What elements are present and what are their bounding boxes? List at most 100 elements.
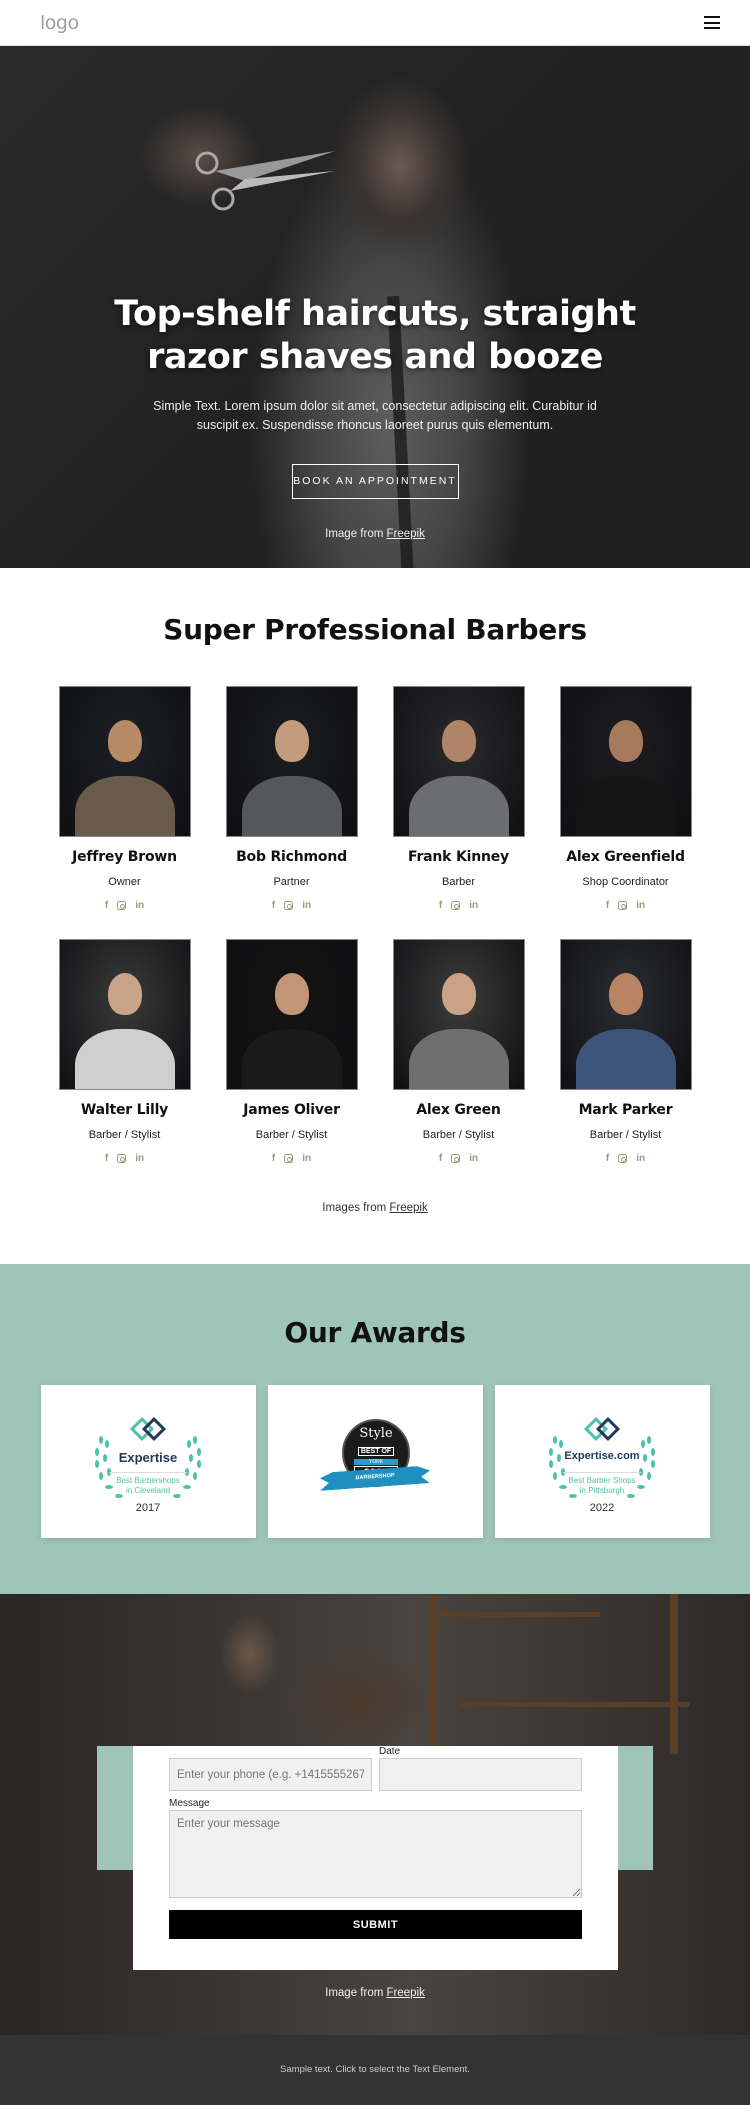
linkedin-icon[interactable]: in xyxy=(302,900,311,911)
freepik-link[interactable]: Freepik xyxy=(387,1987,425,1999)
member-photo xyxy=(559,686,692,837)
member-photo xyxy=(392,939,525,1090)
instagram-icon[interactable] xyxy=(117,1154,127,1163)
booking-section: Date Message SUBMIT Image from Freepik xyxy=(0,1594,750,2035)
message-label: Message xyxy=(169,1798,210,1809)
expertise-badge: Expertise.com Best Barber Shops in Pittsb… xyxy=(537,1412,667,1514)
member-photo xyxy=(58,939,191,1090)
background-shelf xyxy=(440,1612,600,1617)
linkedin-icon[interactable]: in xyxy=(636,1153,645,1164)
background-post xyxy=(430,1594,438,1754)
member-photo-head xyxy=(107,719,142,762)
facebook-icon[interactable]: f xyxy=(606,900,609,911)
booking-form: Date Message SUBMIT xyxy=(133,1746,618,1970)
instagram-icon[interactable] xyxy=(117,901,127,910)
team-title: Super Professional Barbers xyxy=(163,613,587,646)
linkedin-icon[interactable]: in xyxy=(135,900,144,911)
background-shelf xyxy=(460,1702,690,1707)
site-header: logo xyxy=(0,0,750,46)
expertise-badge: Expertise Best Barbershops in Cleveland 2… xyxy=(83,1412,213,1514)
book-appointment-button[interactable]: BOOK AN APPOINTMENT xyxy=(291,464,459,499)
member-name: Frank Kinney xyxy=(408,849,509,865)
member-photo-head xyxy=(274,719,309,762)
credit-prefix: Images from xyxy=(322,1202,390,1214)
awards-section: Our Awards Expertise Best Barbershops in … xyxy=(0,1264,750,1594)
member-photo-body xyxy=(74,776,175,836)
instagram-icon[interactable] xyxy=(618,901,628,910)
awards-grid: Expertise Best Barbershops in Cleveland 2… xyxy=(0,1385,750,1538)
member-name: James Oliver xyxy=(243,1102,340,1118)
member-photo-body xyxy=(575,1029,676,1089)
team-member-card: Walter Lilly Barber / Stylist f in xyxy=(58,939,191,1164)
award-best-of: BEST OF xyxy=(357,1446,395,1456)
hero-image-credit: Image from Freepik xyxy=(0,528,750,540)
award-place: YORK xyxy=(354,1458,398,1465)
hero-text: Simple Text. Lorem ipsum dolor sit amet,… xyxy=(153,399,597,432)
member-role: Barber / Stylist xyxy=(255,1129,328,1141)
instagram-icon[interactable] xyxy=(284,901,294,910)
member-photo-head xyxy=(107,972,142,1015)
hero-title: Top-shelf haircuts, straight razor shave… xyxy=(114,294,636,377)
team-member-card: Mark Parker Barber / Stylist f in xyxy=(559,939,692,1164)
linkedin-icon[interactable]: in xyxy=(302,1153,311,1164)
member-social-links: f in xyxy=(560,1153,692,1164)
submit-button[interactable]: SUBMIT xyxy=(169,1910,582,1939)
message-input[interactable] xyxy=(169,1810,582,1898)
message-field-wrapper: Message xyxy=(169,1798,582,1903)
member-photo-body xyxy=(575,776,676,836)
member-role: Barber / Stylist xyxy=(422,1129,495,1141)
team-section: Super Professional Barbers Jeffrey Brown… xyxy=(0,568,750,1264)
date-field-wrapper: Date xyxy=(379,1746,582,1791)
team-member-card: Bob Richmond Partner f in xyxy=(225,686,358,911)
instagram-icon[interactable] xyxy=(284,1154,294,1163)
linkedin-icon[interactable]: in xyxy=(469,900,478,911)
member-name: Walter Lilly xyxy=(80,1102,169,1118)
facebook-icon[interactable]: f xyxy=(439,1153,442,1164)
team-image-credit: Images from Freepik xyxy=(0,1202,750,1214)
award-subtitle-line: in Pittsburgh xyxy=(579,1485,625,1495)
linkedin-icon[interactable]: in xyxy=(135,1153,144,1164)
facebook-icon[interactable]: f xyxy=(105,1153,108,1164)
hamburger-menu-icon[interactable] xyxy=(704,16,720,29)
facebook-icon[interactable]: f xyxy=(439,900,442,911)
facebook-icon[interactable]: f xyxy=(272,900,275,911)
freepik-link[interactable]: Freepik xyxy=(387,528,425,540)
member-photo-head xyxy=(441,972,476,1015)
member-name: Jeffrey Brown xyxy=(72,849,177,865)
credit-prefix: Image from xyxy=(325,528,387,540)
award-subtitle: Best Barber Shops in Pittsburgh xyxy=(563,1471,641,1496)
award-brand: Style xyxy=(359,1425,393,1441)
facebook-icon[interactable]: f xyxy=(272,1153,275,1164)
phone-input[interactable] xyxy=(169,1758,372,1791)
award-subtitle-line: Best Barber Shops xyxy=(568,1475,636,1485)
award-card: Expertise.com Best Barber Shops in Pittsb… xyxy=(494,1385,710,1538)
phone-label xyxy=(169,1746,372,1758)
team-grid: Jeffrey Brown Owner f in Bob Richmond Partner… xyxy=(0,686,750,1164)
awards-title: Our Awards xyxy=(284,1316,466,1349)
linkedin-icon[interactable]: in xyxy=(636,900,645,911)
member-photo xyxy=(58,686,191,837)
facebook-icon[interactable]: f xyxy=(105,900,108,911)
member-photo-body xyxy=(241,776,342,836)
facebook-icon[interactable]: f xyxy=(606,1153,609,1164)
instagram-icon[interactable] xyxy=(451,1154,461,1163)
member-role: Shop Coordinator xyxy=(582,876,669,888)
member-role: Partner xyxy=(273,876,310,888)
member-photo xyxy=(225,939,358,1090)
member-photo-head xyxy=(608,972,643,1015)
member-photo xyxy=(225,686,358,837)
member-photo-head xyxy=(441,719,476,762)
linkedin-icon[interactable]: in xyxy=(469,1153,478,1164)
instagram-icon[interactable] xyxy=(451,901,461,910)
team-member-card: Alex Green Barber / Stylist f in xyxy=(392,939,525,1164)
logo[interactable]: logo xyxy=(40,12,79,34)
hero-section: Top-shelf haircuts, straight razor shave… xyxy=(0,46,750,568)
award-brand: Expertise xyxy=(118,1449,178,1465)
team-member-card: Frank Kinney Barber f in xyxy=(392,686,525,911)
footer-text[interactable]: Sample text. Click to select the Text El… xyxy=(280,2064,470,2075)
freepik-link[interactable]: Freepik xyxy=(389,1202,427,1214)
member-social-links: f in xyxy=(226,900,358,911)
instagram-icon[interactable] xyxy=(618,1154,628,1163)
member-social-links: f in xyxy=(59,900,191,911)
date-input[interactable] xyxy=(379,1758,582,1791)
